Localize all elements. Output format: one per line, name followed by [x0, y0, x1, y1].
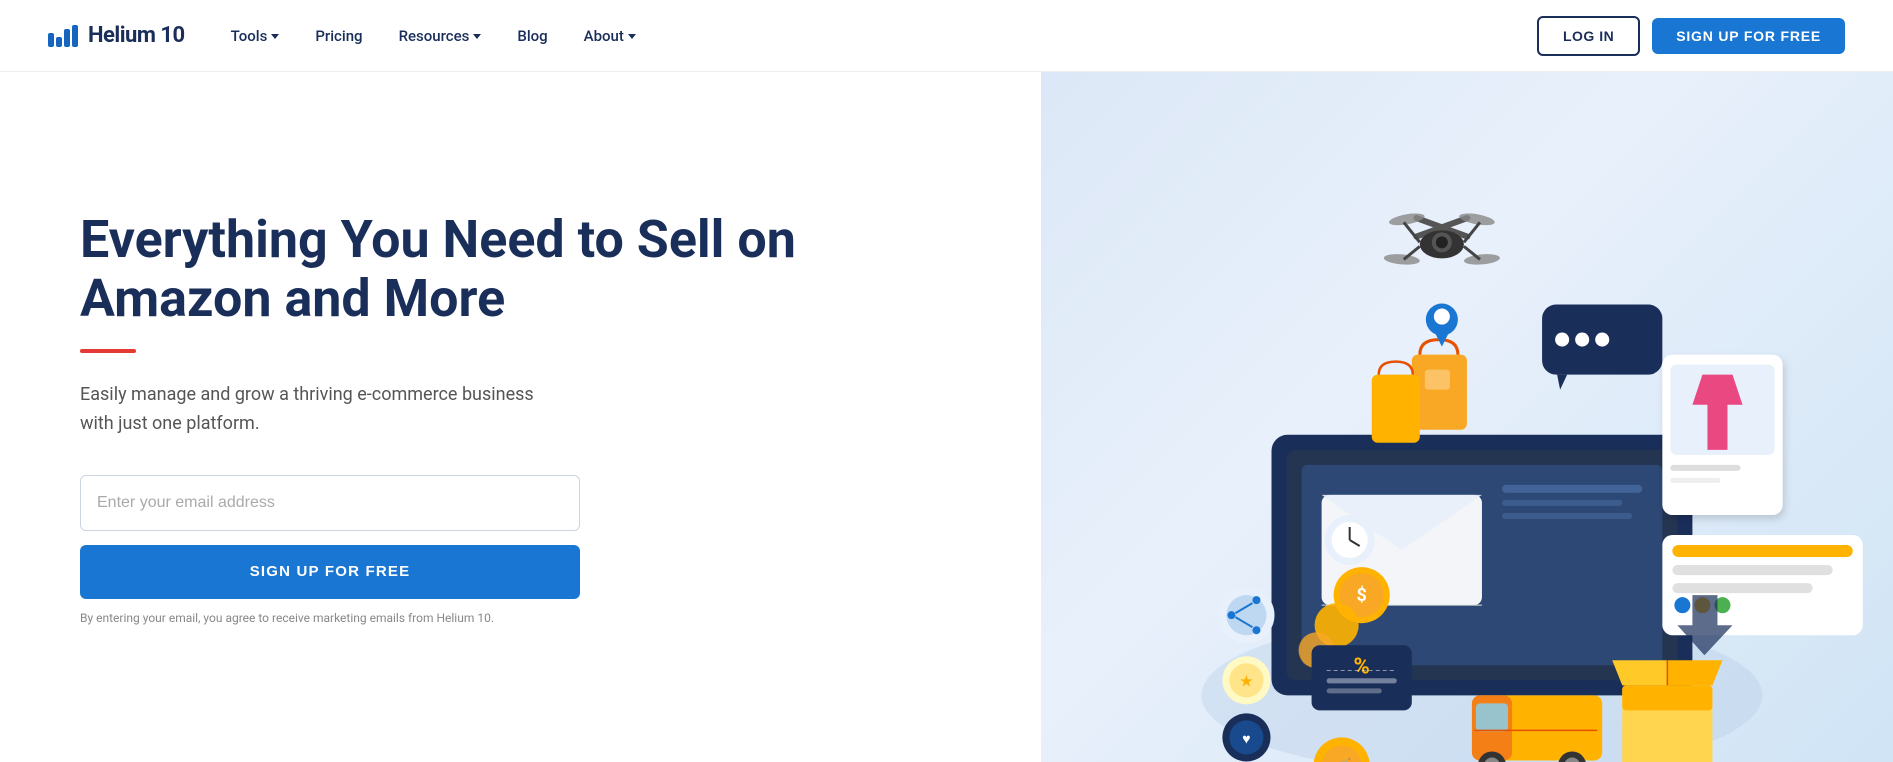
logo-text: Helium 10	[88, 23, 185, 48]
signup-button-nav[interactable]: SIGN UP FOR FREE	[1652, 18, 1845, 54]
logo-icon	[48, 25, 78, 47]
logo-bar-2	[56, 37, 62, 47]
logo[interactable]: Helium 10	[48, 23, 185, 48]
navbar-left: Helium 10 Tools Pricing Resources Blog A…	[48, 19, 650, 53]
chevron-down-icon	[628, 34, 636, 39]
email-input-wrapper	[80, 475, 580, 531]
nav-pricing[interactable]: Pricing	[301, 19, 376, 53]
hero-signup-button[interactable]: SIGN UP FOR FREE	[80, 545, 580, 599]
chevron-down-icon	[473, 34, 481, 39]
hero-title: Everything You Need to Sell on Amazon an…	[80, 210, 981, 330]
nav-tools[interactable]: Tools	[217, 19, 294, 53]
email-input[interactable]	[97, 476, 563, 530]
nav-resources[interactable]: Resources	[385, 19, 496, 53]
hero-right: $	[1041, 72, 1893, 762]
nav-links: Tools Pricing Resources Blog About	[217, 19, 650, 53]
hero-subtitle: Easily manage and grow a thriving e-comm…	[80, 381, 540, 439]
nav-blog[interactable]: Blog	[503, 19, 561, 53]
logo-bar-4	[72, 25, 78, 47]
svg-text:$: $	[1357, 585, 1367, 606]
nav-about[interactable]: About	[570, 19, 650, 53]
svg-text:%: %	[1354, 654, 1370, 679]
logo-bar-1	[48, 33, 54, 47]
login-button[interactable]: LOG IN	[1537, 16, 1640, 56]
chevron-down-icon	[271, 34, 279, 39]
hero-divider	[80, 349, 136, 353]
svg-text:♥: ♥	[1242, 731, 1250, 747]
navbar: Helium 10 Tools Pricing Resources Blog A…	[0, 0, 1893, 72]
logo-bar-3	[64, 29, 70, 47]
hero-svg: $	[1041, 72, 1893, 762]
hero-illustration: $	[1041, 72, 1893, 762]
hero-left: Everything You Need to Sell on Amazon an…	[0, 72, 1041, 762]
svg-text:🛒: 🛒	[1332, 758, 1352, 762]
navbar-right: LOG IN SIGN UP FOR FREE	[1537, 16, 1845, 56]
svg-text:★: ★	[1239, 671, 1253, 690]
hero-section: Everything You Need to Sell on Amazon an…	[0, 72, 1893, 762]
hero-disclaimer: By entering your email, you agree to rec…	[80, 611, 580, 625]
